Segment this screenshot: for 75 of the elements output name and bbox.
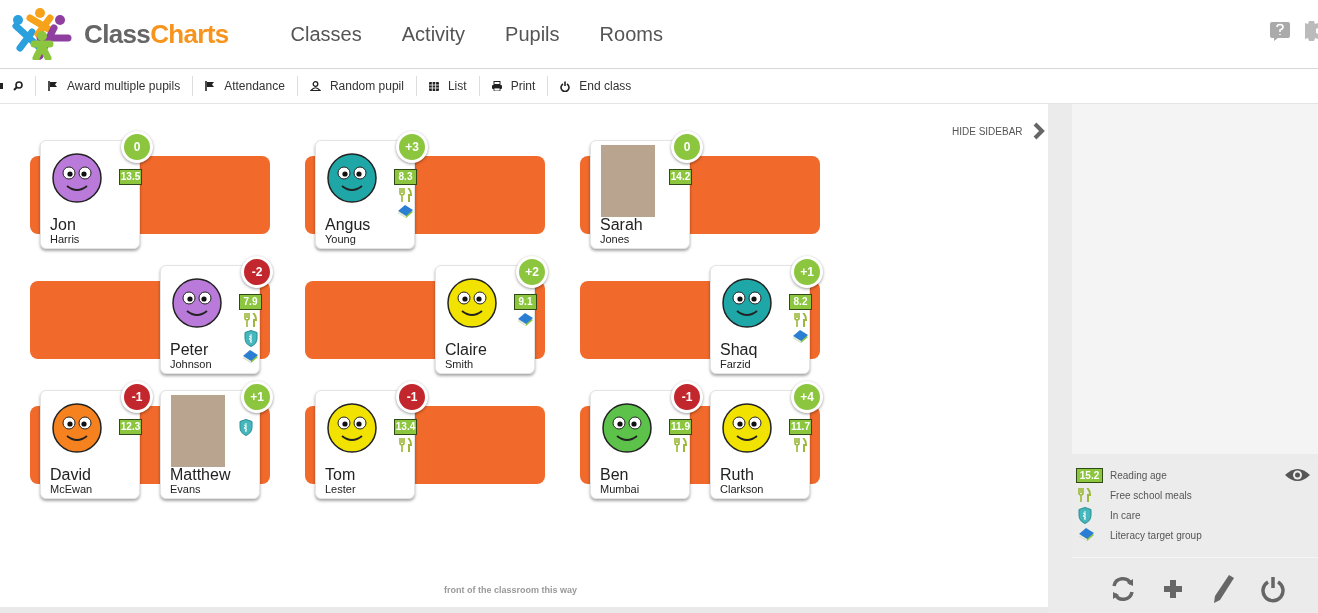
shield-icon <box>1078 506 1092 524</box>
person-icon <box>309 81 321 91</box>
fork-knife-icon <box>1078 488 1091 502</box>
last-name: Evans <box>170 483 201 496</box>
last-name: Young <box>325 233 356 246</box>
last-name: Jones <box>600 233 630 246</box>
nav-link[interactable]: Activity <box>401 19 466 49</box>
front-of-classroom-label: front of the classroom this way <box>444 584 578 597</box>
last-name: Clarkson <box>720 483 764 496</box>
printer-icon <box>491 81 502 91</box>
toolbar-button[interactable]: End class <box>560 77 632 95</box>
points-badge: +4 <box>791 381 823 413</box>
reading-age-badge: 8.3 <box>394 169 417 185</box>
points-badge: +3 <box>396 131 428 163</box>
last-name: Smith <box>445 358 474 371</box>
nav-link[interactable]: Pupils <box>505 19 560 49</box>
first-name: Jon <box>50 216 76 234</box>
legend-label: In care <box>1110 508 1141 523</box>
power-button[interactable] <box>1259 575 1287 603</box>
first-name: Peter <box>170 341 209 359</box>
first-name: Matthew <box>170 466 231 484</box>
grid-icon <box>428 81 439 91</box>
reading-age-badge: 7.9 <box>239 294 262 310</box>
first-name: Sarah <box>600 216 643 234</box>
toolbar-button[interactable]: Print <box>491 77 536 95</box>
toolbar-button[interactable]: List <box>428 77 467 95</box>
last-name: Mumbai <box>600 483 640 496</box>
first-name: David <box>50 466 91 484</box>
reading-age-badge: 13.4 <box>394 419 417 435</box>
first-name: Claire <box>445 341 487 359</box>
chevron-right-icon[interactable] <box>1032 122 1045 140</box>
points-badge: 0 <box>121 131 153 163</box>
points-badge: -1 <box>671 381 703 413</box>
first-name: Ruth <box>720 466 754 484</box>
points-badge: 0 <box>671 131 703 163</box>
legend-label: Literacy target group <box>1110 528 1202 543</box>
reading-age-badge: 11.9 <box>669 419 692 435</box>
eye-icon[interactable] <box>1284 467 1311 483</box>
points-badge: -2 <box>241 256 273 288</box>
points-badge: +1 <box>241 381 273 413</box>
points-badge: -1 <box>121 381 153 413</box>
first-name: Tom <box>325 466 356 484</box>
hide-sidebar-link[interactable]: HIDE SIDEBAR <box>952 123 1023 139</box>
last-name: Farzid <box>720 358 751 371</box>
first-name: Shaq <box>720 341 758 359</box>
points-badge: -1 <box>396 381 428 413</box>
refresh-button[interactable] <box>1109 575 1137 603</box>
power-icon <box>560 80 571 92</box>
points-badge: +2 <box>516 256 548 288</box>
toolbar-button[interactable]: Random pupil <box>309 77 404 95</box>
search-icon[interactable] <box>13 81 23 91</box>
last-name: Johnson <box>170 358 212 371</box>
reading-age-badge: 12.3 <box>119 419 142 435</box>
reading-age-badge: 14.2 <box>669 169 692 185</box>
logo-text: ClassCharts <box>84 21 229 47</box>
book-icon <box>1078 527 1095 543</box>
toolbar-button[interactable]: Award multiple pupils <box>48 77 181 95</box>
legend-label: Free school meals <box>1110 488 1192 503</box>
legend-label: Reading age <box>1110 468 1167 483</box>
toolbar-button[interactable]: Attendance <box>205 77 285 95</box>
reading-age-badge: 15.2 <box>1076 467 1103 483</box>
last-name: Harris <box>50 233 80 246</box>
flag-icon <box>48 81 58 91</box>
reading-age-badge: 11.7 <box>789 419 812 435</box>
reading-age-badge: 9.1 <box>514 294 537 310</box>
flag-icon <box>205 81 216 91</box>
first-name: Ben <box>600 466 629 484</box>
first-name: Angus <box>325 216 371 234</box>
nav-link[interactable]: Rooms <box>599 19 663 49</box>
points-badge: +1 <box>791 256 823 288</box>
reading-age-badge: 13.5 <box>119 169 142 185</box>
reading-age-badge: 8.2 <box>789 294 812 310</box>
nav-link[interactable]: Classes <box>290 19 362 49</box>
last-name: Lester <box>325 483 356 496</box>
last-name: McEwan <box>50 483 93 496</box>
